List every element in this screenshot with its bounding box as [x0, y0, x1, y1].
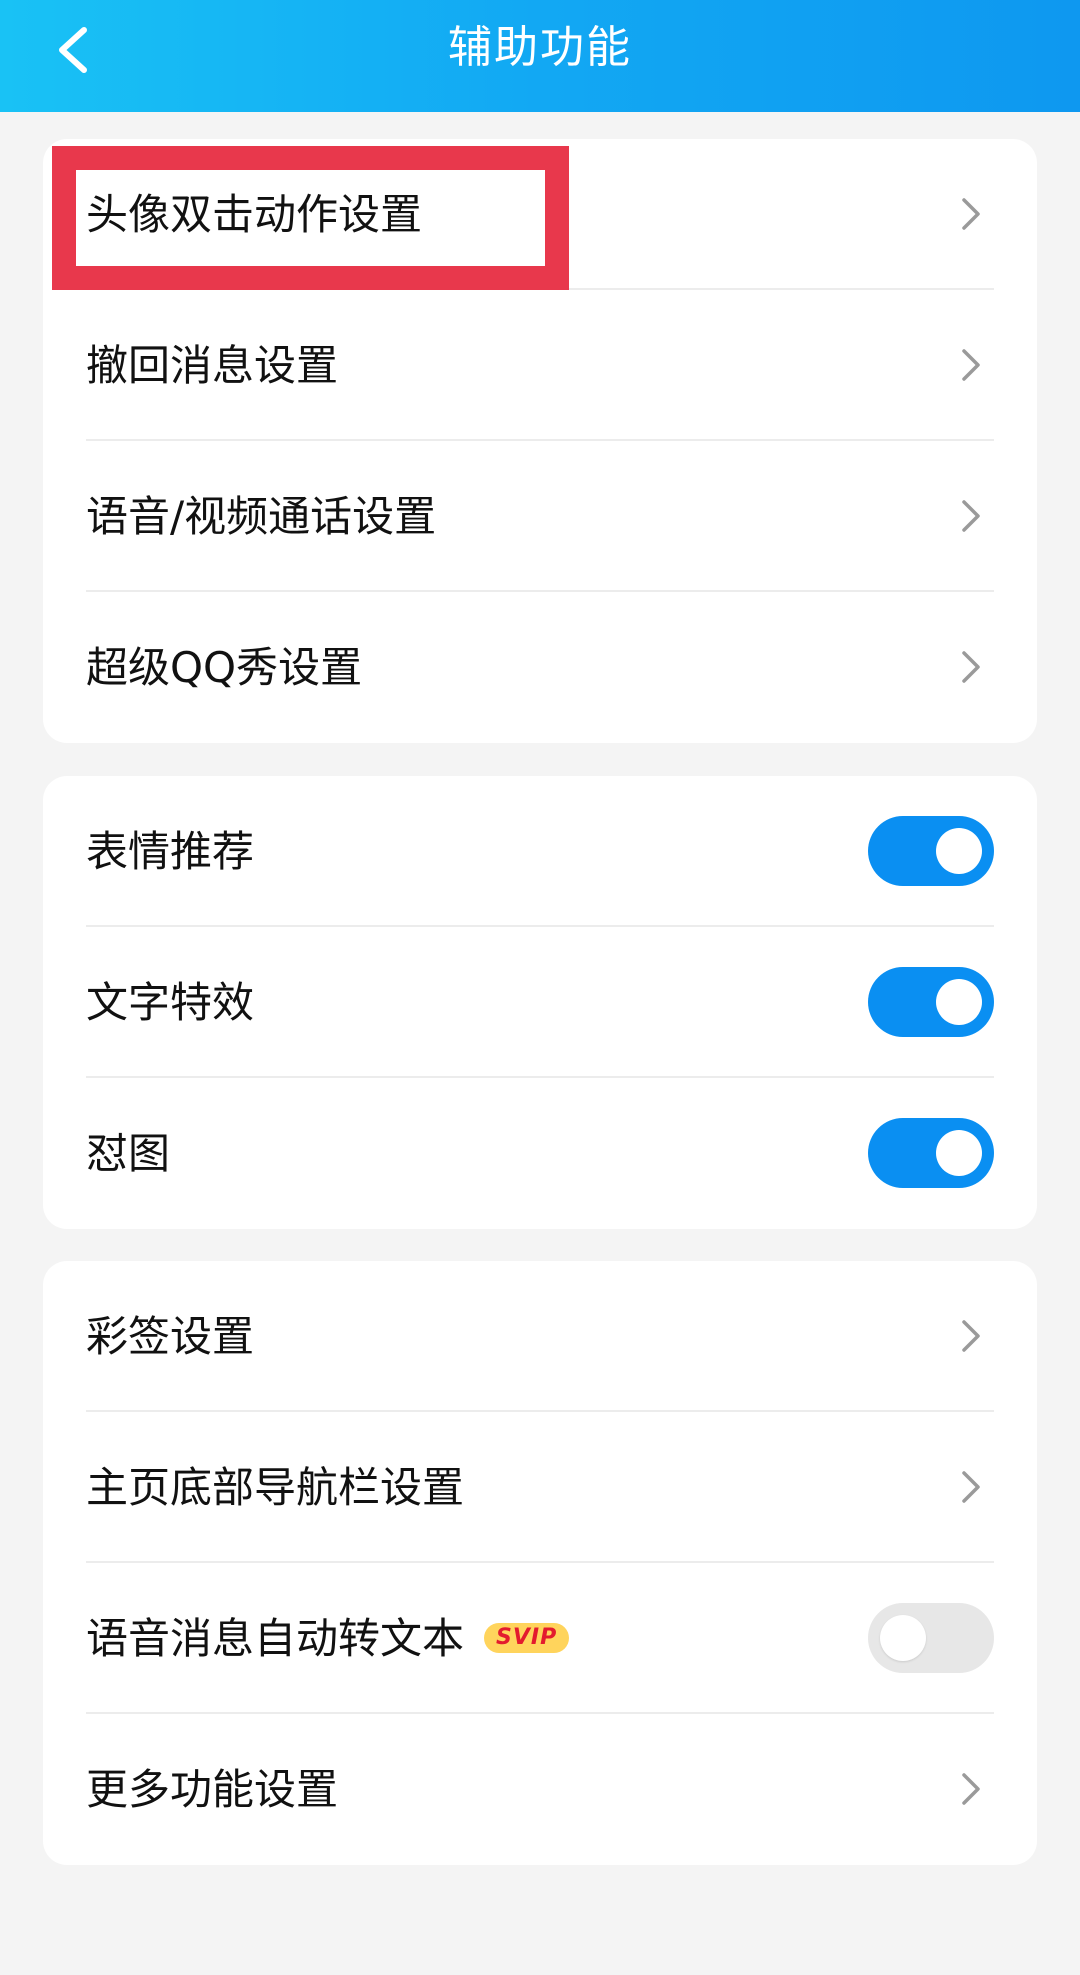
- settings-item-text-effects: 文字特效: [43, 927, 1037, 1078]
- chevron-right-icon: [962, 349, 980, 381]
- settings-item-label: 语音/视频通话设置: [86, 492, 437, 541]
- chevron-right-icon: [962, 1320, 980, 1352]
- voice-to-text-toggle[interactable]: [868, 1603, 994, 1673]
- settings-item-label: 表情推荐: [86, 827, 255, 876]
- settings-item-label: 更多功能设置: [86, 1765, 339, 1814]
- settings-item-voice-to-text: 语音消息自动转文本 SVIP: [43, 1563, 1037, 1714]
- settings-group-3: 彩签设置 主页底部导航栏设置 语音消息自动转文本 SVIP 更多功能设置: [43, 1261, 1037, 1865]
- duitu-toggle[interactable]: [868, 1118, 994, 1188]
- settings-item-label: 文字特效: [86, 978, 255, 1027]
- toggle-knob: [936, 828, 982, 874]
- settings-item-label: 撤回消息设置: [86, 341, 339, 390]
- settings-item-label: 彩签设置: [86, 1312, 255, 1361]
- chevron-right-icon: [962, 198, 980, 230]
- settings-item-avatar-double-click[interactable]: 头像双击动作设置: [43, 139, 1037, 290]
- settings-item-label-wrap: 语音消息自动转文本 SVIP: [86, 1563, 570, 1714]
- settings-item-label: 怼图: [86, 1129, 171, 1178]
- settings-item-label: 语音消息自动转文本: [86, 1614, 465, 1663]
- settings-item-more-features[interactable]: 更多功能设置: [43, 1714, 1037, 1865]
- settings-item-super-qq-show[interactable]: 超级QQ秀设置: [43, 592, 1037, 743]
- chevron-right-icon: [962, 500, 980, 532]
- settings-item-label: 主页底部导航栏设置: [86, 1463, 465, 1512]
- page-title: 辅助功能: [448, 22, 632, 73]
- settings-item-label: 头像双击动作设置: [86, 190, 423, 239]
- chevron-right-icon: [962, 1773, 980, 1805]
- text-effects-toggle[interactable]: [868, 967, 994, 1037]
- settings-group-2: 表情推荐 文字特效 怼图: [43, 776, 1037, 1229]
- settings-item-sticker-recommend: 表情推荐: [43, 776, 1037, 927]
- chevron-right-icon: [962, 651, 980, 683]
- settings-group-1: 头像双击动作设置 撤回消息设置 语音/视频通话设置 超级QQ秀设置: [43, 139, 1037, 743]
- settings-item-duitu: 怼图: [43, 1078, 1037, 1229]
- settings-item-bottom-nav[interactable]: 主页底部导航栏设置: [43, 1412, 1037, 1563]
- chevron-right-icon: [962, 1471, 980, 1503]
- app-header: 辅助功能: [0, 0, 1080, 112]
- settings-item-voice-video-call[interactable]: 语音/视频通话设置: [43, 441, 1037, 592]
- sticker-recommend-toggle[interactable]: [868, 816, 994, 886]
- settings-item-color-tag[interactable]: 彩签设置: [43, 1261, 1037, 1412]
- settings-item-label: 超级QQ秀设置: [86, 643, 363, 692]
- settings-item-recall-message[interactable]: 撤回消息设置: [43, 290, 1037, 441]
- toggle-knob: [936, 979, 982, 1025]
- svip-badge: SVIP: [484, 1622, 570, 1653]
- toggle-knob: [880, 1615, 926, 1661]
- toggle-knob: [936, 1130, 982, 1176]
